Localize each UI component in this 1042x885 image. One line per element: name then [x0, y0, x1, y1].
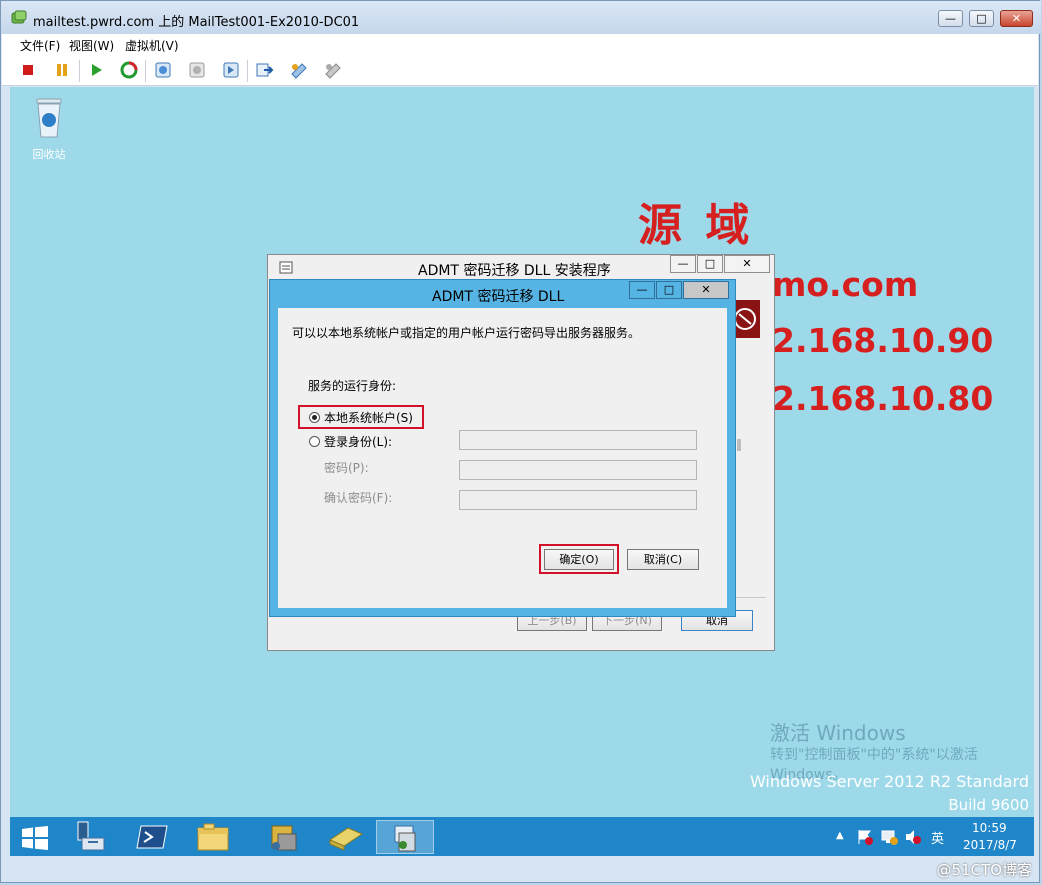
menu-bar: 文件(F) 视图(W) 虚拟机(V): [2, 34, 1038, 55]
vm-connect-icon: [11, 10, 27, 24]
password-label: 密码(P):: [324, 461, 369, 475]
wizard-maximize-button[interactable]: □: [697, 255, 723, 273]
reset-icon[interactable]: [119, 60, 139, 80]
activate-windows-hint: 转到"控制面板"中的"系统"以激活: [770, 747, 978, 763]
file-explorer-icon: [197, 823, 229, 851]
menu-view[interactable]: 视图(W): [69, 37, 114, 54]
stop-icon[interactable]: [18, 60, 38, 80]
ime-indicator[interactable]: 英: [931, 828, 944, 847]
logon-account-input[interactable]: [459, 430, 697, 450]
run-as-label: 服务的运行身份:: [308, 379, 397, 393]
revert-icon[interactable]: [187, 60, 207, 80]
overlay-title: 源 域: [638, 200, 754, 251]
vm-desktop-screen[interactable]: 回收站 源 域 mo.com 2.168.10.90 2.168.10.80 A…: [10, 87, 1034, 856]
admt-password-dll-dialog: ADMT 密码迁移 DLL — □ ✕ 可以以本地系统帐户或指定的用户帐户运行密…: [269, 279, 736, 617]
wizard-minimize-button[interactable]: —: [670, 255, 696, 273]
show-hidden-icons-icon[interactable]: ▲: [836, 830, 844, 841]
admt-tool-icon: [271, 825, 297, 851]
confirm-password-input[interactable]: [459, 490, 697, 510]
overlay-ip-2: 2.168.10.80: [772, 379, 994, 418]
start-icon[interactable]: [86, 60, 106, 80]
menu-vm[interactable]: 虚拟机(V): [125, 37, 179, 54]
vm-connection-window: mailtest.pwrd.com 上的 MailTest001-Ex2010-…: [0, 0, 1041, 883]
recycle-bin-label: 回收站: [32, 148, 66, 161]
start-windows-icon[interactable]: [22, 826, 48, 850]
dialog-maximize-button[interactable]: □: [656, 281, 682, 299]
powershell-icon: [136, 825, 168, 849]
window-title: mailtest.pwrd.com 上的 MailTest001-Ex2010-…: [33, 15, 360, 30]
taskbar-setup-archive[interactable]: [318, 820, 372, 854]
status-bar: @51CTO博客: [2, 857, 1038, 882]
recycle-bin[interactable]: 回收站: [24, 95, 74, 162]
network-icon[interactable]: [880, 828, 898, 846]
wizard-title-bar[interactable]: ADMT 密码迁移 DLL 安装程序 — □ ✕: [268, 255, 774, 279]
dialog-close-button[interactable]: ✕: [683, 281, 729, 299]
taskbar-server-manager[interactable]: [64, 820, 118, 854]
dialog-minimize-button[interactable]: —: [629, 281, 655, 299]
radio-logon-as-label[interactable]: 登录身份(L):: [324, 433, 392, 450]
volume-muted-icon[interactable]: [904, 828, 922, 846]
password-input[interactable]: [459, 460, 697, 480]
activate-windows-title: 激活 Windows: [770, 721, 906, 745]
insert-disk-icon[interactable]: [289, 60, 309, 80]
site-watermark: @51CTO博客: [936, 861, 1032, 879]
radio-local-system[interactable]: [309, 412, 320, 423]
taskbar: ▲ 英 10:59 2017/8/7: [10, 817, 1034, 856]
windows-build: Build 9600: [948, 796, 1029, 814]
cancel-button[interactable]: 取消(C): [627, 549, 699, 570]
radio-local-system-label[interactable]: 本地系统帐户(S): [324, 409, 413, 426]
taskbar-admt-tool[interactable]: [256, 820, 310, 854]
window-title-bar[interactable]: mailtest.pwrd.com 上的 MailTest001-Ex2010-…: [1, 1, 1041, 34]
wizard-title: ADMT 密码迁移 DLL 安装程序: [418, 263, 611, 279]
taskbar-file-explorer[interactable]: [186, 820, 240, 854]
snapshot-manage-icon[interactable]: [221, 60, 241, 80]
pause-icon[interactable]: [52, 60, 72, 80]
server-manager-icon: [77, 821, 105, 851]
taskbar-installer-active[interactable]: [376, 820, 434, 854]
dialog-description: 可以以本地系统帐户或指定的用户帐户运行密码导出服务器服务。: [292, 326, 641, 340]
setup-icon: [279, 261, 293, 274]
overlay-domain: mo.com: [772, 265, 919, 304]
checkpoint-icon[interactable]: [153, 60, 173, 80]
overlay-ip-1: 2.168.10.90: [772, 321, 994, 360]
ctrl-alt-del-icon[interactable]: [255, 60, 275, 80]
dialog-body: 可以以本地系统帐户或指定的用户帐户运行密码导出服务器服务。 服务的运行身份: 本…: [278, 308, 727, 608]
close-button[interactable]: ✕: [1000, 10, 1033, 27]
wizard-close-button[interactable]: ✕: [724, 255, 770, 273]
taskbar-powershell[interactable]: [126, 820, 180, 854]
integration-icon[interactable]: [323, 60, 343, 80]
recycle-bin-icon: [36, 98, 62, 138]
wizard-scroll-fragment: [737, 439, 741, 451]
confirm-password-label: 确认密码(F):: [324, 491, 393, 505]
clock-date[interactable]: 2017/8/7: [963, 838, 1017, 852]
maximize-button[interactable]: □: [969, 10, 994, 27]
setup-archive-icon: [328, 827, 364, 851]
menu-file[interactable]: 文件(F): [20, 37, 60, 54]
minimize-button[interactable]: —: [938, 10, 963, 27]
toolbar: [2, 55, 1038, 86]
action-center-flag-icon[interactable]: [856, 828, 874, 846]
installer-icon: [394, 825, 416, 852]
radio-logon-as[interactable]: [309, 436, 320, 447]
dialog-title: ADMT 密码迁移 DLL: [432, 289, 565, 305]
windows-edition: Windows Server 2012 R2 Standard: [749, 772, 1029, 791]
clock-time[interactable]: 10:59: [972, 821, 1007, 835]
ok-button[interactable]: 确定(O): [544, 549, 614, 570]
